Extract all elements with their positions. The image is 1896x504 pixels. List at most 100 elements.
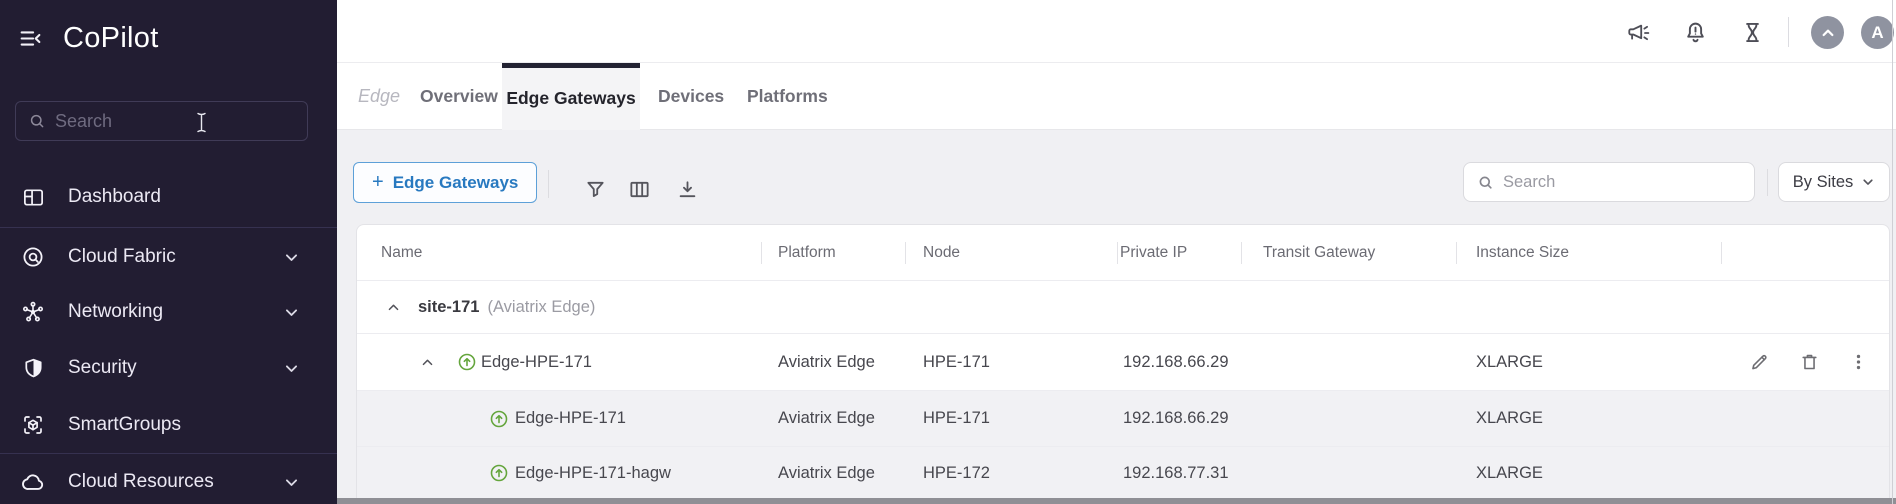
gateway-up-status-icon — [489, 463, 509, 483]
sidebar-item-label: Cloud Resources — [68, 471, 214, 493]
sidebar-item-smartgroups[interactable]: SmartGroups — [0, 401, 337, 449]
toolbar-divider — [548, 170, 549, 198]
tab-overview[interactable]: Overview — [420, 63, 498, 129]
avatar-letter: A — [1871, 23, 1883, 43]
collapse-group-icon[interactable] — [386, 300, 401, 315]
text-cursor — [196, 112, 207, 138]
gateway-name[interactable]: Edge-HPE-171-hagw — [515, 447, 671, 499]
sidebar-item-security[interactable]: Security — [0, 344, 337, 392]
chevron-down-icon — [283, 304, 300, 321]
collapse-sidebar-icon[interactable] — [18, 26, 43, 51]
chevron-down-icon — [283, 360, 300, 377]
dashboard-icon — [20, 186, 46, 209]
sidebar-item-label: Cloud Fabric — [68, 246, 176, 268]
cell-instance-size: XLARGE — [1476, 391, 1543, 446]
gateway-up-status-icon — [457, 352, 477, 372]
cell-platform: Aviatrix Edge — [778, 447, 875, 499]
sidebar-item-cloud-fabric[interactable]: Cloud Fabric — [0, 233, 337, 281]
chevron-down-icon — [283, 474, 300, 491]
chevron-down-icon — [283, 249, 300, 266]
cell-node: HPE-171 — [923, 391, 990, 446]
column-divider[interactable] — [1117, 242, 1118, 264]
tab-devices[interactable]: Devices — [658, 63, 724, 129]
edge-gateways-table: Name Platform Node Private IP Transit Ga… — [356, 224, 1890, 504]
cell-instance-size: XLARGE — [1476, 447, 1543, 499]
cell-private-ip: 192.168.66.29 — [1123, 334, 1229, 390]
cell-platform: Aviatrix Edge — [778, 334, 875, 390]
delete-trash-icon[interactable] — [1799, 352, 1820, 373]
columns-icon[interactable] — [628, 178, 651, 206]
cell-instance-size: XLARGE — [1476, 334, 1543, 390]
more-actions-kebab-icon[interactable] — [1849, 353, 1868, 372]
column-divider[interactable] — [1456, 242, 1457, 264]
sidebar-header: CoPilot — [18, 22, 159, 55]
sidebar-item-label: Networking — [68, 301, 163, 323]
sidebar-search-input[interactable] — [55, 111, 235, 132]
cell-platform: Aviatrix Edge — [778, 391, 875, 446]
sidebar-item-label: Security — [68, 357, 137, 379]
sidebar-item-networking[interactable]: Networking — [0, 288, 337, 336]
column-divider[interactable] — [1241, 242, 1242, 264]
app-title: CoPilot — [63, 22, 159, 55]
plus-icon: + — [372, 171, 384, 194]
sidebar-item-dashboard[interactable]: Dashboard — [0, 173, 337, 221]
collapse-gateway-icon[interactable] — [420, 355, 435, 370]
toolbar-divider — [1767, 169, 1768, 196]
tab-edge-gateways[interactable]: Edge Gateways — [502, 63, 640, 130]
chevron-down-icon — [1861, 175, 1875, 189]
column-header-private-ip[interactable]: Private IP — [1120, 225, 1187, 280]
search-icon — [1477, 174, 1494, 191]
sidebar-item-label: Dashboard — [68, 186, 161, 208]
column-divider[interactable] — [905, 242, 906, 264]
sidebar-item-label: SmartGroups — [68, 414, 181, 436]
table-row[interactable]: Edge-HPE-171 Aviatrix Edge HPE-171 192.1… — [357, 334, 1889, 391]
table-row[interactable]: Edge-HPE-171-hagw Aviatrix Edge HPE-172 … — [357, 447, 1889, 504]
group-by-label: By Sites — [1793, 173, 1854, 192]
table-search[interactable] — [1463, 162, 1755, 202]
cell-node: HPE-171 — [923, 334, 990, 390]
topbar-divider — [1788, 17, 1789, 47]
tasks-hourglass-icon[interactable] — [1740, 20, 1765, 50]
search-icon — [28, 112, 46, 130]
gateway-name[interactable]: Edge-HPE-171 — [481, 334, 592, 390]
announcements-icon[interactable] — [1625, 20, 1652, 51]
download-icon[interactable] — [676, 178, 699, 206]
column-header-node[interactable]: Node — [923, 225, 960, 280]
site-group-name: site-171 — [418, 298, 479, 317]
cell-node: HPE-172 — [923, 447, 990, 499]
tab-platforms[interactable]: Platforms — [747, 63, 828, 129]
group-by-sites-button[interactable]: By Sites — [1778, 162, 1890, 202]
table-row[interactable]: Edge-HPE-171 Aviatrix Edge HPE-171 192.1… — [357, 391, 1889, 447]
gateway-up-status-icon — [489, 409, 509, 429]
page-context-label: Edge — [358, 63, 400, 129]
user-avatar[interactable]: A — [1861, 16, 1894, 49]
tab-label: Edge Gateways — [502, 68, 640, 128]
smartgroups-icon — [20, 413, 46, 437]
column-header-instance-size[interactable]: Instance Size — [1476, 225, 1569, 280]
networking-icon — [20, 300, 46, 324]
column-divider[interactable] — [1721, 242, 1722, 264]
table-search-input[interactable] — [1503, 173, 1713, 192]
add-edge-gateway-button[interactable]: + Edge Gateways — [353, 162, 537, 203]
cell-private-ip: 192.168.77.31 — [1123, 447, 1229, 499]
column-header-transit-gateway[interactable]: Transit Gateway — [1263, 225, 1375, 280]
chevron-up-circle-button[interactable] — [1811, 16, 1844, 49]
site-group-row[interactable]: site-171 (Aviatrix Edge) — [357, 281, 1889, 334]
sidebar-divider — [0, 227, 337, 228]
vertical-scrollbar-track — [1892, 0, 1893, 504]
filter-icon[interactable] — [584, 178, 607, 206]
shield-icon — [20, 357, 46, 380]
cloud-fabric-icon — [20, 245, 46, 269]
column-header-name[interactable]: Name — [381, 225, 422, 280]
top-bar: A — [337, 0, 1896, 63]
edit-pencil-icon[interactable] — [1749, 352, 1770, 373]
column-divider[interactable] — [761, 242, 762, 264]
sidebar: CoPilot Dashboard Cloud Fabric — [0, 0, 337, 504]
sidebar-divider — [0, 453, 337, 454]
sidebar-item-cloud-resources[interactable]: Cloud Resources — [0, 458, 337, 504]
gateway-name[interactable]: Edge-HPE-171 — [515, 391, 626, 446]
copilot-app: CoPilot Dashboard Cloud Fabric — [0, 0, 1896, 504]
sidebar-search[interactable] — [15, 101, 308, 141]
column-header-platform[interactable]: Platform — [778, 225, 836, 280]
notifications-bell-icon[interactable] — [1682, 19, 1709, 51]
